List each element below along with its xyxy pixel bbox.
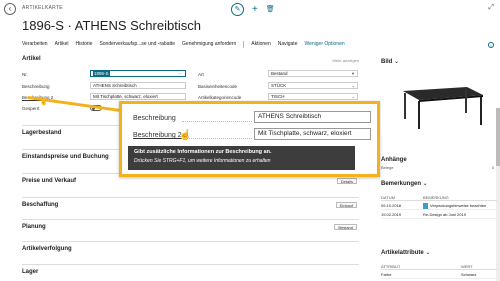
page-kind-label: ARTIKELKARTE	[22, 5, 63, 11]
action-verarbeiten[interactable]: Verarbeiten	[22, 41, 48, 50]
field-tooltip: Gibt zusätzliche Informationen zur Besch…	[128, 146, 355, 170]
belege-count[interactable]: 0	[492, 165, 494, 170]
field-label-art: Art	[198, 72, 204, 77]
group-title: Lagerbestand	[22, 130, 62, 136]
hand-cursor-icon: ☝	[179, 130, 192, 141]
callout-label-beschreibung: Beschreibung	[133, 115, 176, 122]
group-button-bestand[interactable]: Bestand	[334, 224, 357, 230]
group-button-details[interactable]: Details	[336, 178, 357, 184]
field-basiseinheit-input[interactable]: STÜCK ⌄	[268, 82, 358, 89]
field-label-beschreibung: Beschreibung	[22, 84, 50, 89]
top-bar: ‹ ARTIKELKARTE ✎ + 🗑 ⤢	[0, 0, 500, 18]
group-planung[interactable]: Planung Bestand	[22, 219, 359, 233]
show-more-link[interactable]: Mehr anzeigen	[333, 58, 359, 63]
group-title: Lager	[22, 269, 39, 275]
zoom-callout: Beschreibung ATHENS Schreibtisch Beschre…	[119, 101, 380, 177]
anhaenge-title: Anhänge	[381, 157, 407, 163]
field-beschreibung2-input[interactable]: Mit Tischplatte, schwarz, eloxiert	[90, 93, 186, 100]
group-title: Einstandspreise und Buchung	[22, 154, 109, 160]
factbox-pane: Bild ⌄ Anhänge Belege 0 Bemerkungen ⌄ DA…	[375, 53, 500, 281]
tooltip-help-hint: Drücken Sie STRG+F1, um weitere Informat…	[134, 158, 271, 164]
dotted-leader	[185, 138, 252, 139]
desk-image	[403, 87, 483, 129]
group-title: Planung	[22, 224, 46, 230]
belege-label: Belege	[381, 165, 394, 170]
callout-beschreibung-input[interactable]: ATHENS Schreibtisch	[254, 111, 371, 123]
new-plus-icon[interactable]: +	[252, 3, 258, 16]
field-art-select[interactable]: Bestand ▼	[268, 70, 358, 77]
item-picture	[381, 69, 493, 135]
table-row[interactable]: 19.02.2019 Re-Design ab Juni 2019	[381, 210, 497, 219]
dotted-leader	[182, 121, 252, 122]
table-row[interactable]: Farbe Schwarz	[381, 270, 497, 279]
action-genehmigung[interactable]: Genehmigung anfordern	[182, 41, 236, 50]
delete-trash-icon[interactable]: 🗑	[266, 3, 275, 16]
group-title: Beschaffung	[22, 202, 59, 208]
bild-title[interactable]: Bild ⌄	[381, 58, 399, 65]
pointer-cursor-icon: ☝	[40, 100, 48, 106]
action-separator	[243, 41, 245, 48]
table-row[interactable]: 09.10.2018 Verpackungshinweise beachten	[381, 201, 497, 210]
field-nr-input[interactable]: 1896-S ···	[90, 70, 186, 77]
action-sonderverkaufspreise[interactable]: Sonderverkaufsp...se und -rabatte	[99, 41, 175, 50]
remarks-header: DATUM BEMERKUNG	[381, 194, 497, 201]
callout-beschreibung2-input[interactable]: Mit Tischplatte, schwarz, eloxiert	[254, 128, 371, 140]
group-title: Artikelverfolgung	[22, 246, 72, 252]
back-arrow-icon[interactable]: ‹	[4, 3, 16, 15]
tooltip-description: Gibt zusätzliche Informationen zur Besch…	[134, 149, 272, 155]
attributes-table: ATTRIBUT WERT Farbe Schwarz	[381, 263, 497, 279]
page-title: 1896-S · ATHENS Schreibtisch	[22, 18, 201, 33]
info-icon[interactable]: i	[488, 42, 494, 48]
group-title: Preise und Verkauf	[22, 178, 77, 184]
section-title-artikel: Artikel	[22, 56, 41, 62]
callout-label-beschreibung2[interactable]: Beschreibung 2	[133, 132, 182, 139]
action-navigate[interactable]: Navigate	[278, 41, 298, 50]
field-label-nr: Nr.	[22, 72, 28, 77]
group-button-einkauf[interactable]: Einkauf	[335, 202, 357, 208]
field-label-kategorie: Artikelkategoriencode	[198, 95, 242, 100]
group-lager[interactable]: Lager	[22, 264, 359, 278]
expand-icon[interactable]: ⤢	[488, 4, 494, 12]
artikelattribute-title[interactable]: Artikelattribute ⌄	[381, 249, 430, 256]
field-beschreibung-input[interactable]: ATHENS Schreibtisch	[90, 82, 186, 89]
field-label-basiseinheit: Basiseinheitencode	[198, 84, 238, 89]
remarks-table: DATUM BEMERKUNG 09.10.2018 Verpackungshi…	[381, 194, 497, 219]
action-fewer-options[interactable]: Weniger Optionen	[304, 41, 344, 50]
action-historie[interactable]: Historie	[75, 41, 92, 50]
group-beschaffung[interactable]: Beschaffung Einkauf	[22, 197, 359, 211]
action-aktionen[interactable]: Aktionen	[251, 41, 270, 50]
field-kategorie-input[interactable]: TISCH ⌄	[268, 93, 358, 100]
action-bar: Verarbeiten Artikel Historie Sonderverka…	[22, 41, 500, 50]
field-label-gesperrt: Gesperrt	[22, 106, 40, 111]
top-actions: ✎ + 🗑	[231, 3, 275, 16]
action-artikel[interactable]: Artikel	[55, 41, 69, 50]
scrollbar-thumb[interactable]	[496, 108, 500, 166]
bemerkungen-title[interactable]: Bemerkungen ⌄	[381, 180, 428, 187]
edit-pencil-icon[interactable]: ✎	[231, 3, 244, 16]
attributes-header: ATTRIBUT WERT	[381, 263, 497, 270]
group-artikelverfolgung[interactable]: Artikelverfolgung	[22, 241, 359, 255]
